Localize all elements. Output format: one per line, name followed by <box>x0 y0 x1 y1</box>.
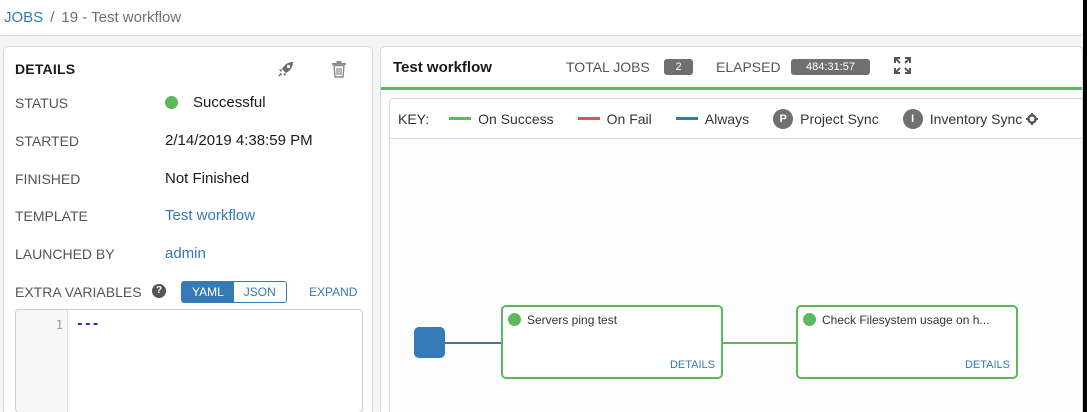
editor-gutter: 1 <box>16 310 68 412</box>
node-details-link[interactable]: DETAILS <box>670 359 715 371</box>
elapsed-badge: 484:31:57 <box>791 59 870 75</box>
key-on-fail-label: On Fail <box>606 110 652 127</box>
trash-icon[interactable] <box>331 60 347 78</box>
breadcrumb-jobs-link[interactable]: JOBS <box>4 9 43 26</box>
status-value: Successful <box>193 94 266 111</box>
total-jobs-label: TOTAL JOBS <box>566 59 650 75</box>
status-success-dot <box>165 96 178 109</box>
details-title: DETAILS <box>15 61 76 77</box>
key-on-success-label: On Success <box>478 110 554 127</box>
yaml-toggle-button[interactable]: YAML <box>182 282 234 302</box>
json-toggle-button[interactable]: JSON <box>233 282 286 302</box>
finished-label: FINISHED <box>15 171 81 187</box>
extra-variables-label: EXTRA VARIABLES <box>15 284 142 300</box>
node-success-dot <box>508 313 521 326</box>
key-always-label: Always <box>704 110 750 127</box>
details-panel: DETAILS STATUS Successful STARTED 2/14/2… <box>3 46 373 412</box>
project-sync-icon: P <box>773 108 794 129</box>
key-inventory-sync-label: Inventory Sync <box>929 110 1023 127</box>
workflow-panel: Test workflow TOTAL JOBS 2 ELAPSED 484:3… <box>380 46 1083 412</box>
key-inventory-sync: I Inventory Sync <box>902 108 1023 129</box>
code-line: --- <box>76 317 100 332</box>
workflow-key: KEY: On Success On Fail Always P Project… <box>390 99 1082 139</box>
yaml-json-toggle: YAML JSON <box>181 281 287 303</box>
expand-link[interactable]: EXPAND <box>309 285 357 299</box>
workflow-start-node[interactable] <box>414 327 445 358</box>
elapsed-label: ELAPSED <box>716 59 781 75</box>
workflow-title: Test workflow <box>393 59 492 76</box>
node-success-dot <box>803 313 816 326</box>
total-jobs-badge: 2 <box>664 59 693 75</box>
success-link-line <box>723 342 796 344</box>
template-label: TEMPLATE <box>15 208 88 224</box>
success-line-swatch <box>449 117 472 120</box>
launched-by-link[interactable]: admin <box>165 245 206 262</box>
workflow-node-check-filesystem[interactable]: Check Filesystem usage on h... DETAILS <box>796 305 1018 379</box>
breadcrumb-current: 19 - Test workflow <box>61 9 182 26</box>
key-title: KEY: <box>398 110 430 127</box>
node-name: Check Filesystem usage on h... <box>822 313 990 327</box>
launched-by-label: LAUNCHED BY <box>15 246 115 262</box>
status-label: STATUS <box>15 95 69 111</box>
key-always: Always <box>675 110 750 127</box>
line-number: 1 <box>55 318 63 332</box>
breadcrumb: JOBS / 19 - Test workflow <box>0 0 1083 36</box>
workflow-graph-canvas[interactable]: KEY: On Success On Fail Always P Project… <box>389 98 1082 412</box>
node-name: Servers ping test <box>527 313 618 327</box>
node-details-link[interactable]: DETAILS <box>965 359 1010 371</box>
key-project-sync: P Project Sync <box>773 108 879 129</box>
template-link[interactable]: Test workflow <box>165 207 255 224</box>
breadcrumb-separator: / <box>50 9 55 26</box>
help-icon[interactable]: ? <box>152 284 166 298</box>
fullscreen-icon[interactable] <box>894 57 911 74</box>
extra-variables-editor[interactable]: 1 --- <box>15 309 363 412</box>
finished-value: Not Finished <box>165 170 250 187</box>
workflow-progress-bar <box>381 87 1082 90</box>
key-project-sync-label: Project Sync <box>800 110 879 127</box>
started-label: STARTED <box>15 133 80 149</box>
started-value: 2/14/2019 4:38:59 PM <box>165 132 313 149</box>
gear-icon[interactable] <box>1026 112 1039 125</box>
always-link-line <box>445 342 501 344</box>
always-line-swatch <box>675 117 698 120</box>
inventory-sync-icon: I <box>902 108 923 129</box>
key-on-success: On Success <box>449 110 554 127</box>
key-on-fail: On Fail <box>577 110 652 127</box>
app-window: JOBS / 19 - Test workflow DETAILS STATUS… <box>0 0 1083 412</box>
fail-line-swatch <box>577 117 600 120</box>
workflow-node-servers-ping[interactable]: Servers ping test DETAILS <box>501 305 723 379</box>
rocket-icon[interactable] <box>276 59 296 79</box>
